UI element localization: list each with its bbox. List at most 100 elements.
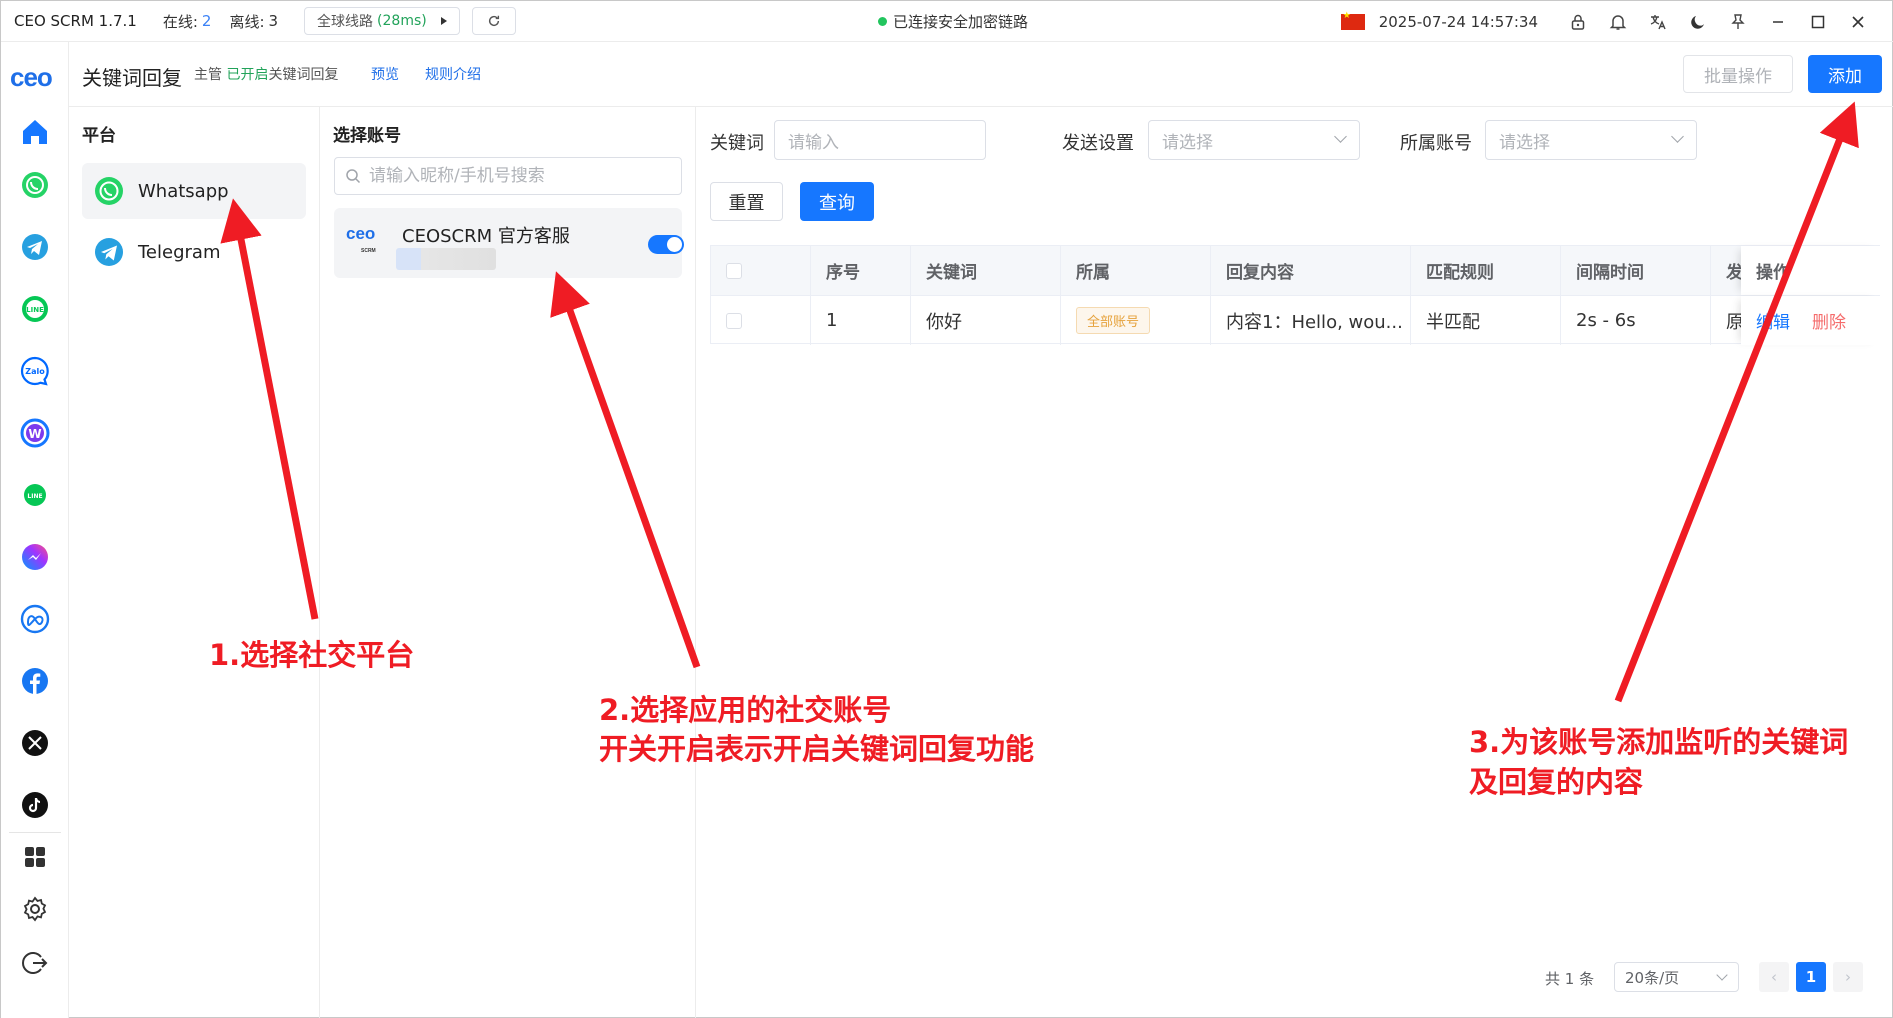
pin-button[interactable] [1718, 1, 1758, 42]
titlebar-right: 2025-07-24 14:57:34 [1340, 1, 1878, 42]
next-page-button[interactable]: › [1833, 962, 1863, 992]
account-name: CEOSCRM 官方客服 [402, 226, 570, 247]
apps-icon[interactable] [20, 842, 50, 872]
route-selector-button[interactable]: 全球线路 (28ms) [304, 7, 460, 35]
tiktok-icon[interactable] [20, 790, 50, 820]
platform-item-whatsapp[interactable]: Whatsapp [82, 163, 306, 219]
annotation-step3-line2: 及回复的内容 [1469, 765, 1644, 799]
edit-link[interactable]: 编辑 [1756, 308, 1790, 333]
annotation-step3-line1: 3.为该账号添加监听的关键词 [1469, 725, 1849, 759]
telegram-icon [95, 238, 123, 266]
batch-operation-button[interactable]: 批量操作 [1683, 55, 1793, 93]
left-nav: ceo LINE Zalo W LINE [1, 42, 69, 1018]
telegram-icon[interactable] [20, 232, 50, 262]
prev-page-button[interactable]: ‹ [1759, 962, 1789, 992]
add-button[interactable]: 添加 [1808, 55, 1882, 93]
rules-intro-link[interactable]: 规则介绍 [425, 64, 481, 84]
query-button[interactable]: 查询 [800, 182, 874, 221]
account-item[interactable]: ceo SCRM CEOSCRM 官方客服 [334, 208, 684, 278]
whatsapp-icon [95, 177, 123, 205]
bell-icon [1609, 14, 1627, 30]
notification-button[interactable] [1598, 1, 1638, 42]
meta-icon[interactable] [20, 604, 50, 634]
header-keyword: 关键词 [911, 246, 1061, 295]
send-setting-label: 发送设置 [1062, 133, 1134, 154]
account-search-input[interactable] [369, 166, 669, 186]
china-flag-icon[interactable] [1340, 11, 1365, 30]
header-scope: 所属 [1061, 246, 1211, 295]
header-match: 匹配规则 [1411, 246, 1561, 295]
preview-link[interactable]: 预览 [371, 64, 399, 84]
page-subtitle: 主管 已开启关键词回复 [194, 64, 338, 84]
subtitle-suffix: 关键词回复 [268, 67, 339, 83]
close-button[interactable] [1838, 1, 1878, 42]
avatar-text: ceo [346, 224, 376, 243]
cell-index: 1 [811, 296, 911, 345]
online-label: 在线: [162, 12, 198, 31]
line-green-icon[interactable]: LINE [20, 480, 50, 510]
facebook-icon[interactable] [20, 666, 50, 696]
maximize-icon [1811, 15, 1825, 28]
theme-button[interactable] [1678, 1, 1718, 42]
platform-item-telegram[interactable]: Telegram [82, 224, 306, 280]
x-icon[interactable] [20, 728, 50, 758]
pin-icon [1731, 13, 1745, 29]
reset-button[interactable]: 重置 [710, 182, 783, 221]
status-dot [878, 17, 887, 26]
cell-interval: 2s - 6s [1561, 296, 1711, 345]
page-size-select[interactable]: 20条/页 [1614, 962, 1739, 992]
platform-label: Whatsapp [138, 180, 229, 202]
line-icon[interactable]: LINE [20, 294, 50, 324]
page-title: 关键词回复 [82, 66, 182, 90]
chevron-down-icon [1671, 130, 1684, 143]
annotation-step1: 1.选择社交平台 [209, 638, 415, 672]
cell-match: 半匹配 [1411, 296, 1561, 345]
translate-button[interactable] [1638, 1, 1678, 42]
subtitle-prefix: 主管 [194, 67, 222, 83]
cell-ops: 编辑 删除 [1741, 296, 1881, 345]
svg-text:LINE: LINE [27, 493, 42, 500]
app-name: CEO SCRM 1.7.1 [14, 12, 137, 30]
minimize-button[interactable] [1758, 1, 1798, 42]
keyword-reply-toggle[interactable] [648, 235, 684, 254]
offline-count: 3 [268, 12, 279, 30]
nav-divider [9, 832, 61, 833]
refresh-button[interactable] [471, 7, 516, 35]
platform-title: 平台 [82, 126, 116, 146]
pagination-total: 共 1 条 [1545, 970, 1595, 988]
header-ops: 操作 [1756, 263, 1790, 283]
account-title: 选择账号 [333, 126, 401, 146]
chevron-down-icon [1334, 130, 1347, 143]
ops-column-fixed: 操作 [1741, 246, 1881, 295]
account-search[interactable] [334, 157, 682, 195]
maximize-button[interactable] [1798, 1, 1838, 42]
whatsapp-icon[interactable] [20, 170, 50, 200]
ops-column-fixed: 编辑 删除 [1741, 296, 1881, 345]
app-window: CEO SCRM 1.7.1 在线: 2 离线: 3 全球线路 (28ms) 已… [0, 0, 1893, 1018]
table-header: 序号 关键词 所属 回复内容 匹配规则 间隔时间 发 操作 [711, 246, 1881, 296]
cell-content: 内容1：Hello, wou... [1211, 296, 1411, 345]
page-number-button[interactable]: 1 [1796, 962, 1826, 992]
logout-icon[interactable] [20, 948, 50, 978]
select-all-checkbox[interactable] [726, 262, 742, 279]
translate-icon [1650, 14, 1666, 29]
chevron-right-icon: › [1845, 968, 1851, 986]
chevron-left-icon: ‹ [1771, 968, 1777, 986]
w-app-icon[interactable]: W [20, 418, 50, 448]
delete-link[interactable]: 删除 [1812, 308, 1846, 333]
home-icon[interactable] [20, 117, 50, 147]
platform-label: Telegram [138, 241, 221, 263]
header-index: 序号 [811, 246, 911, 295]
keyword-filter-input[interactable]: 请输入 [774, 120, 986, 160]
send-setting-select[interactable]: 请选择 [1148, 120, 1360, 160]
zalo-icon[interactable]: Zalo [20, 356, 50, 386]
row-checkbox[interactable] [726, 312, 742, 329]
lock-button[interactable] [1558, 1, 1598, 42]
account-filter-select[interactable]: 请选择 [1485, 120, 1697, 160]
header-interval: 间隔时间 [1561, 246, 1711, 295]
account-panel: 选择账号 ceo SCRM CEOSCRM 官方客服 [320, 107, 696, 1018]
account-phone-redacted [396, 248, 496, 270]
settings-icon[interactable] [20, 894, 50, 924]
svg-text:LINE: LINE [26, 306, 44, 314]
messenger-icon[interactable] [20, 542, 50, 572]
